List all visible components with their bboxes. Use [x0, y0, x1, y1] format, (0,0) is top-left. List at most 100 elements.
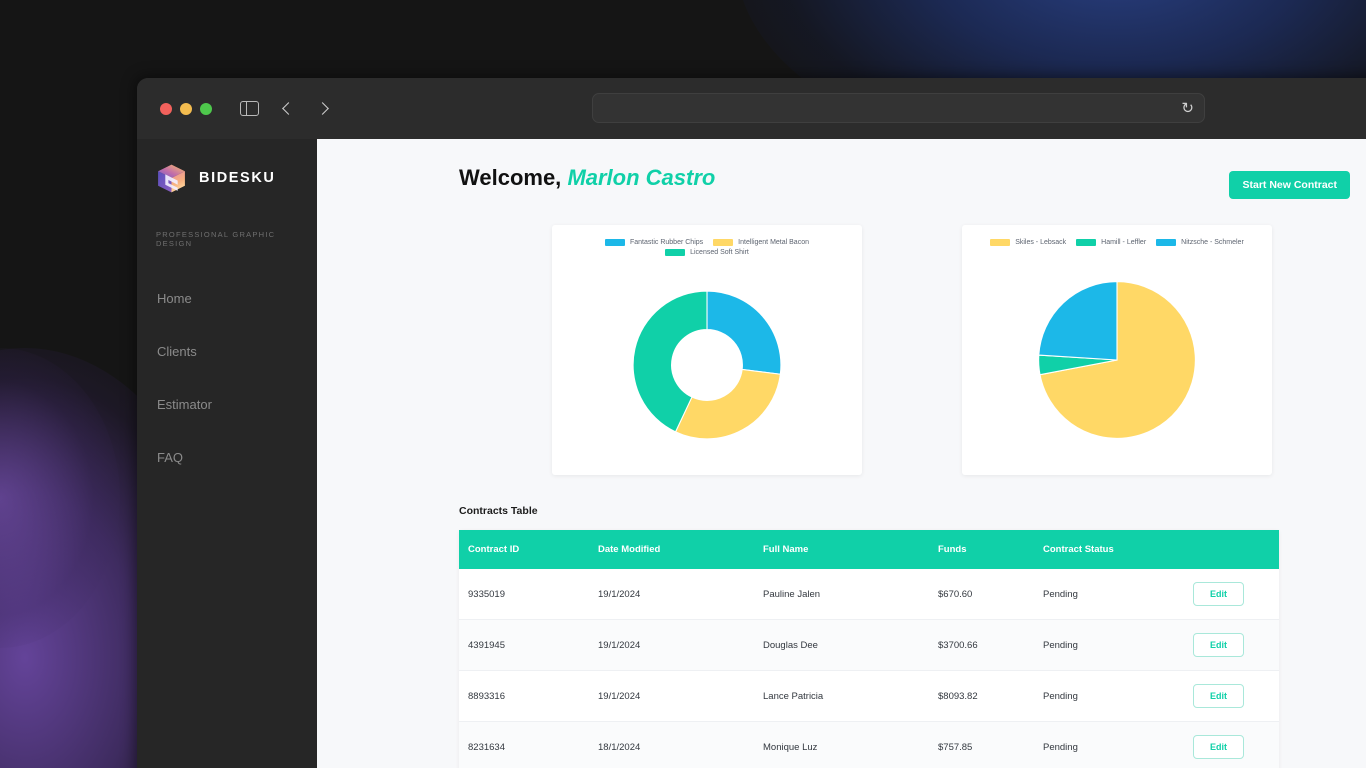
legend-swatch-icon	[990, 239, 1011, 246]
legend-label: Licensed Soft Shirt	[690, 249, 749, 256]
donut-chart-legend: Fantastic Rubber Chips Intelligent Metal…	[564, 239, 850, 256]
cell-contract-status: Pending	[1034, 670, 1184, 722]
sidebar-item-label: Clients	[157, 344, 197, 359]
start-new-contract-button[interactable]: Start New Contract	[1229, 171, 1350, 199]
table-row[interactable]: 9335019 19/1/2024 Pauline Jalen $670.60 Pend…	[459, 569, 1279, 620]
minimize-window-button[interactable]	[180, 102, 192, 115]
chart-slice[interactable]	[706, 290, 782, 375]
edit-button[interactable]: Edit	[1193, 633, 1244, 657]
legend-label: Nitzsche - Schmeler	[1181, 239, 1244, 246]
table-row[interactable]: 4391945 19/1/2024 Douglas Dee $3700.66 Pendi…	[459, 619, 1279, 671]
window-controls	[160, 102, 212, 115]
charts-row: Fantastic Rubber Chips Intelligent Metal…	[317, 199, 1366, 475]
legend-item[interactable]: Hamill - Leffler	[1076, 239, 1146, 246]
donut-chart[interactable]	[630, 288, 784, 442]
edit-button[interactable]: Edit	[1193, 684, 1244, 708]
app-main: Welcome, Marlon Castro Start New Contrac…	[317, 139, 1366, 768]
legend-label: Skiles - Lebsack	[1015, 239, 1067, 246]
legend-item[interactable]: Licensed Soft Shirt	[665, 249, 749, 256]
cube-logo-icon	[158, 164, 185, 192]
chart-slice[interactable]	[674, 368, 781, 439]
legend-item[interactable]: Nitzsche - Schmeler	[1156, 239, 1244, 246]
sidebar-toggle-icon[interactable]	[240, 101, 259, 116]
column-header-date-modified[interactable]: Date Modified	[589, 530, 754, 569]
cell-actions: Edit	[1184, 670, 1279, 722]
table-section: Contracts Table Contract ID Date Modifie…	[317, 475, 1366, 768]
table-row[interactable]: 8231634 18/1/2024 Monique Luz $757.85 Pendin…	[459, 721, 1279, 768]
cell-contract-id: 4391945	[459, 619, 589, 671]
main-header: Welcome, Marlon Castro Start New Contrac…	[317, 165, 1366, 199]
sidebar-item-faq[interactable]: FAQ	[137, 431, 317, 484]
cell-date-modified: 19/1/2024	[589, 569, 754, 620]
chevron-left-icon[interactable]	[281, 102, 295, 116]
pie-chart[interactable]	[1037, 280, 1197, 440]
cell-date-modified: 19/1/2024	[589, 619, 754, 671]
cell-funds: $8093.82	[929, 670, 1034, 722]
contracts-table: Contract ID Date Modified Full Name Fund…	[459, 530, 1279, 768]
edit-button[interactable]: Edit	[1193, 582, 1244, 606]
sidebar-item-clients[interactable]: Clients	[137, 325, 317, 378]
greeting-text: Welcome,	[459, 165, 562, 190]
user-name: Marlon Castro	[567, 165, 716, 190]
address-input[interactable]	[603, 101, 1176, 115]
edit-button[interactable]: Edit	[1193, 735, 1244, 759]
sidebar-item-label: FAQ	[157, 450, 184, 465]
column-header-funds[interactable]: Funds	[929, 530, 1034, 569]
maximize-window-button[interactable]	[200, 102, 212, 115]
legend-swatch-icon	[665, 249, 686, 256]
table-body: 9335019 19/1/2024 Pauline Jalen $670.60 Pend…	[459, 569, 1279, 768]
address-bar[interactable]: ↻	[592, 93, 1205, 123]
brand-tagline: PROFESSIONAL GRAPHIC DESIGN	[156, 230, 276, 248]
legend-swatch-icon	[605, 239, 625, 246]
legend-label: Fantastic Rubber Chips	[630, 239, 704, 246]
sidebar-item-home[interactable]: Home	[137, 272, 317, 325]
pie-chart-card: Skiles - Lebsack Hamill - Leffler Nitzsc…	[962, 225, 1272, 475]
donut-chart-graphic	[630, 264, 784, 465]
column-header-contract-status[interactable]: Contract Status	[1034, 530, 1184, 569]
reload-icon[interactable]: ↻	[1181, 101, 1194, 116]
browser-titlebar: ↻	[137, 78, 1366, 139]
close-window-button[interactable]	[160, 102, 172, 115]
chevron-right-icon[interactable]	[317, 102, 331, 116]
table-caption: Contracts Table	[459, 505, 538, 517]
legend-item[interactable]: Intelligent Metal Bacon	[713, 239, 809, 246]
table-row[interactable]: 8893316 19/1/2024 Lance Patricia $8093.82 Pe…	[459, 670, 1279, 722]
legend-swatch-icon	[1156, 239, 1177, 246]
legend-label: Intelligent Metal Bacon	[738, 239, 809, 246]
sidebar-nav: Home Clients Estimator FAQ	[137, 272, 317, 484]
cell-contract-status: Pending	[1034, 569, 1184, 620]
cell-full-name: Pauline Jalen	[754, 569, 929, 620]
cell-full-name: Monique Luz	[754, 721, 929, 768]
cell-contract-id: 8893316	[459, 670, 589, 722]
page-title: Welcome, Marlon Castro	[459, 165, 715, 191]
app-sidebar: BIDESKU PROFESSIONAL GRAPHIC DESIGN Home…	[137, 139, 317, 768]
brand[interactable]: BIDESKU	[137, 154, 317, 202]
cell-contract-status: Pending	[1034, 721, 1184, 768]
table-head: Contract ID Date Modified Full Name Fund…	[459, 530, 1279, 569]
column-header-full-name[interactable]: Full Name	[754, 530, 929, 569]
cell-full-name: Lance Patricia	[754, 670, 929, 722]
legend-label: Hamill - Leffler	[1101, 239, 1147, 246]
cell-funds: $3700.66	[929, 619, 1034, 671]
browser-window: ↻ BIDESKU PROFESSIONAL GRAPHIC DESIGN Ho…	[137, 78, 1366, 768]
cell-funds: $670.60	[929, 569, 1034, 620]
sidebar-item-estimator[interactable]: Estimator	[137, 378, 317, 431]
app-body: BIDESKU PROFESSIONAL GRAPHIC DESIGN Home…	[137, 139, 1366, 768]
legend-swatch-icon	[713, 239, 734, 246]
pie-chart-legend: Skiles - Lebsack Hamill - Leffler Nitzsc…	[974, 239, 1260, 246]
legend-item[interactable]: Skiles - Lebsack	[990, 239, 1066, 246]
sidebar-item-label: Estimator	[157, 397, 212, 412]
chart-slice[interactable]	[1038, 280, 1118, 361]
cell-contract-id: 9335019	[459, 569, 589, 620]
column-header-actions	[1184, 530, 1279, 569]
cell-date-modified: 19/1/2024	[589, 670, 754, 722]
cell-actions: Edit	[1184, 619, 1279, 671]
table-header-row: Contract ID Date Modified Full Name Fund…	[459, 530, 1279, 569]
cell-contract-id: 8231634	[459, 721, 589, 768]
sidebar-item-label: Home	[157, 291, 192, 306]
legend-item[interactable]: Fantastic Rubber Chips	[605, 239, 703, 246]
pie-chart-graphic	[1037, 254, 1197, 465]
column-header-contract-id[interactable]: Contract ID	[459, 530, 589, 569]
cell-actions: Edit	[1184, 569, 1279, 620]
cell-date-modified: 18/1/2024	[589, 721, 754, 768]
